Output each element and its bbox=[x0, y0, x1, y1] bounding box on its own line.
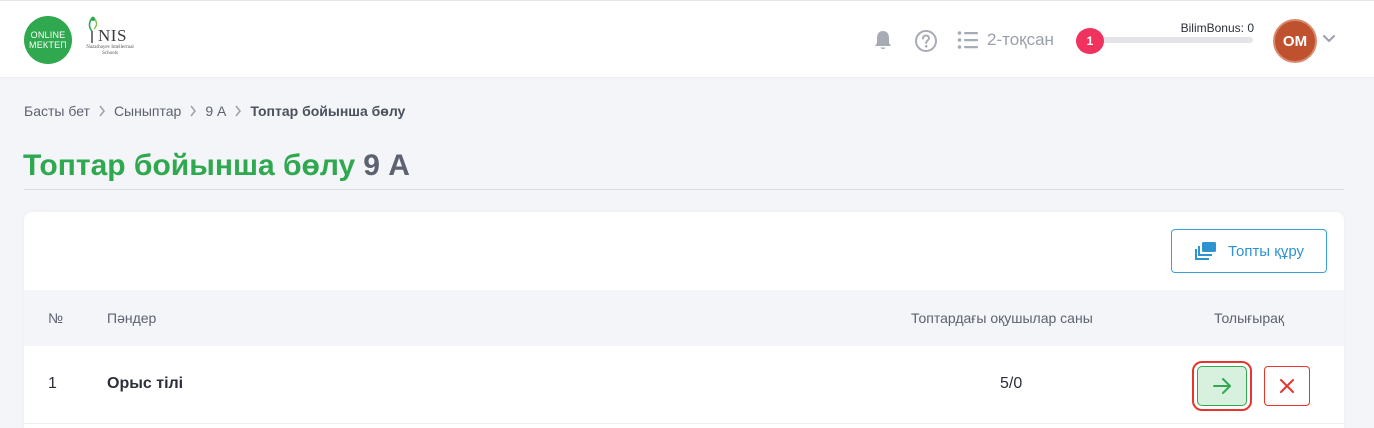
page-title-class: 9 А bbox=[363, 149, 410, 182]
avatar[interactable]: OM bbox=[1273, 19, 1317, 63]
create-group-button[interactable]: Топты құру bbox=[1171, 229, 1327, 273]
table-header: № Пәндер Топтардағы оқушылар саны Толығы… bbox=[24, 290, 1344, 346]
nis-logo[interactable]: NIS Nazarbayev Intellectual Schools bbox=[82, 15, 138, 67]
breadcrumb: Басты бет Сыныптар 9 А Топтар бойынша бө… bbox=[24, 103, 405, 119]
chevron-right-icon bbox=[99, 105, 105, 117]
header-subjects: Пәндер bbox=[107, 310, 157, 326]
chevron-right-icon bbox=[235, 105, 242, 117]
page-title-text: Топтар бойынша бөлу bbox=[23, 149, 356, 182]
online-mektep-logo[interactable]: ONLINE МЕКТЕП bbox=[24, 16, 72, 64]
table-row: 1 Орыс тілі 5/0 bbox=[24, 346, 1344, 424]
close-icon bbox=[1280, 379, 1294, 393]
help-icon[interactable] bbox=[914, 29, 938, 53]
list-icon[interactable] bbox=[957, 30, 979, 50]
page-title: Топтар бойынша бөлу 9 А bbox=[23, 149, 410, 183]
bonus-level-badge: 1 bbox=[1076, 28, 1104, 54]
logo-line-2: МЕКТЕП bbox=[29, 40, 67, 50]
arrow-right-icon bbox=[1213, 378, 1231, 394]
breadcrumb-home[interactable]: Басты бет bbox=[24, 103, 90, 119]
row-count: 5/0 bbox=[1000, 375, 1023, 392]
groups-icon bbox=[1194, 242, 1216, 260]
groups-card: Топты құру № Пәндер Топтардағы оқушылар … bbox=[24, 212, 1344, 428]
create-group-label: Топты құру bbox=[1227, 242, 1304, 260]
nis-logo-subtitle: Nazarbayev Intellectual Schools bbox=[86, 45, 134, 56]
bell-icon[interactable] bbox=[872, 29, 894, 51]
delete-button[interactable] bbox=[1264, 366, 1310, 406]
breadcrumb-class[interactable]: 9 А bbox=[205, 103, 226, 119]
bilim-bonus-progress bbox=[1088, 37, 1253, 43]
chevron-right-icon bbox=[190, 105, 197, 117]
row-subject: Орыс тілі bbox=[107, 375, 184, 392]
header-students-count: Топтардағы оқушылар саны bbox=[911, 310, 1093, 326]
title-divider bbox=[24, 189, 1344, 190]
logo-line-1: ONLINE bbox=[30, 30, 66, 40]
header-num: № bbox=[48, 310, 64, 326]
breadcrumb-current: Топтар бойынша бөлу bbox=[250, 103, 406, 119]
nis-logo-text: NIS bbox=[98, 26, 127, 45]
top-navbar: ONLINE МЕКТЕП NIS Nazarbayev Intellectua… bbox=[0, 0, 1374, 78]
open-details-button[interactable] bbox=[1192, 361, 1252, 411]
header-details: Толығырақ bbox=[1214, 310, 1285, 326]
breadcrumb-classes[interactable]: Сыныптар bbox=[114, 103, 181, 119]
chevron-down-icon[interactable] bbox=[1322, 34, 1336, 44]
row-num: 1 bbox=[48, 375, 57, 392]
bilim-bonus-label: BilimBonus: 0 bbox=[1180, 21, 1254, 35]
quarter-selector[interactable]: 2-тоқсан bbox=[987, 30, 1054, 50]
